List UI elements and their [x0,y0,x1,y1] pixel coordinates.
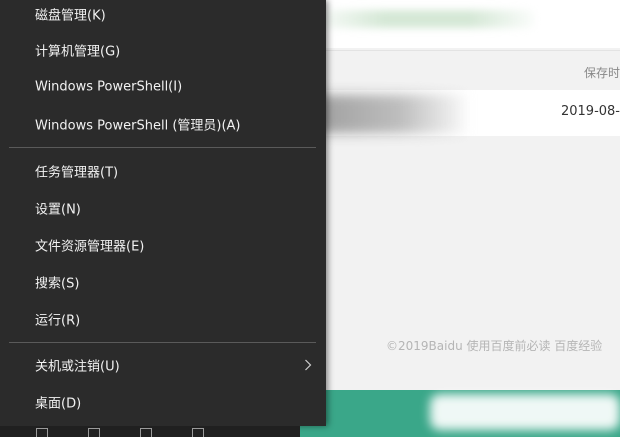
menu-item-desktop[interactable]: 桌面(D) [0,385,326,419]
menu-item-search[interactable]: 搜索(S) [0,265,326,299]
document-row[interactable]: 2019-08- [300,90,620,136]
menu-item-file-explorer[interactable]: 文件资源管理器(E) [0,228,326,262]
taskbar-icon[interactable] [140,428,152,437]
menu-item-run[interactable]: 运行(R) [0,302,326,336]
menu-item-settings[interactable]: 设置(N) [0,191,326,225]
menu-separator [9,147,316,148]
page-footer: ©2019Baidu 使用百度前必读 百度经验 [386,339,603,353]
menu-item-label: Windows PowerShell(I) [35,79,183,95]
taskbar-icon[interactable] [88,428,100,437]
menu-item-computer-management[interactable]: 计算机管理(G) [0,33,326,67]
bottom-banner [300,390,620,437]
page-header [300,0,620,48]
save-time-label: 保存时 [583,66,620,80]
menu-item-label: 任务管理器(T) [35,165,119,181]
menu-item-label: 桌面(D) [35,396,82,412]
menu-item-label: 搜索(S) [35,276,80,292]
menu-item-powershell-admin[interactable]: Windows PowerShell (管理员)(A) [0,107,326,141]
blurred-region [320,10,535,28]
menu-separator [9,342,316,343]
menu-item-label: 文件资源管理器(E) [35,239,145,255]
menu-item-label: Windows PowerShell (管理员)(A) [35,118,241,134]
menu-item-label: 计算机管理(G) [35,44,121,60]
chevron-right-icon [305,359,312,371]
blurred-region [430,394,620,430]
taskbar-icon[interactable] [36,428,48,437]
menu-item-shutdown-signout[interactable]: 关机或注销(U) [0,348,326,382]
save-date: 2019-08- [560,104,620,119]
menu-item-label: 关机或注销(U) [35,359,120,375]
menu-item-label: 设置(N) [35,202,81,218]
menu-item-label: 磁盘管理(K) [35,8,106,24]
menu-item-task-manager[interactable]: 任务管理器(T) [0,154,326,188]
menu-item-disk-management[interactable]: 磁盘管理(K) [0,0,326,31]
menu-item-powershell[interactable]: Windows PowerShell(I) [0,70,326,104]
menu-item-label: 运行(R) [35,313,81,329]
taskbar [0,426,300,437]
winx-context-menu: 磁盘管理(K) 计算机管理(G) Windows PowerShell(I) W… [0,0,326,426]
taskbar-icon[interactable] [192,428,204,437]
divider [300,50,620,51]
background-page: 保存时 2019-08- ©2019Baidu 使用百度前必读 百度经验 [300,0,620,437]
